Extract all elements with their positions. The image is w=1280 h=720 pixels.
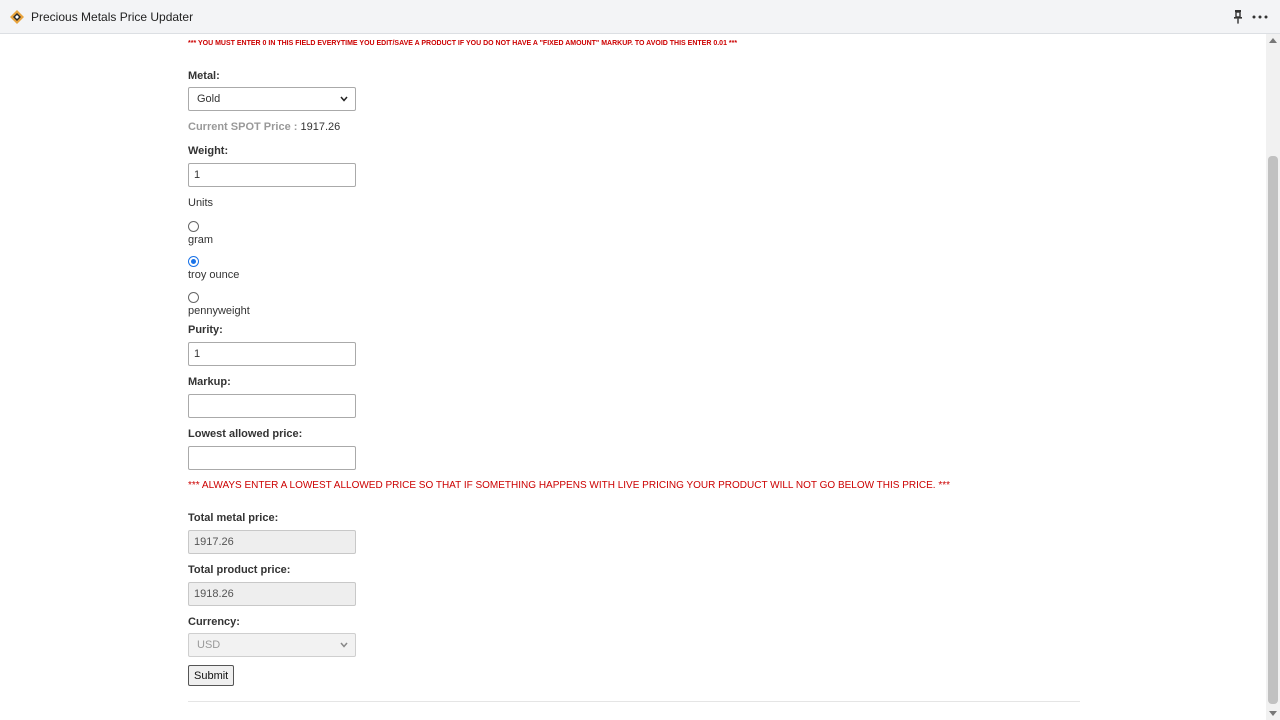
total-product-label: Total product price: (188, 564, 291, 576)
units-label: Units (188, 197, 214, 209)
spot-price-value: 1917.26 (300, 121, 341, 133)
metal-label: Metal: (188, 70, 220, 82)
app-title: Precious Metals Price Updater (31, 10, 194, 24)
markup-input[interactable] (188, 394, 356, 418)
lowest-price-warning: *** ALWAYS ENTER A LOWEST ALLOWED PRICE … (188, 480, 951, 491)
scroll-up-arrow-icon[interactable] (1269, 38, 1277, 43)
chevron-down-icon (340, 96, 348, 102)
fixed-amount-warning: *** YOU MUST ENTER 0 IN THIS FIELD EVERY… (188, 40, 738, 47)
spot-price: Current SPOT Price : 1917.26 (188, 121, 340, 133)
scrollbar-thumb[interactable] (1268, 156, 1278, 704)
form-panel: *** YOU MUST ENTER 0 IN THIS FIELD EVERY… (0, 34, 1265, 720)
purity-input[interactable] (188, 342, 356, 366)
pin-icon[interactable] (1231, 9, 1245, 25)
unit-label-gram[interactable]: gram (188, 234, 213, 246)
submit-button[interactable]: Submit (188, 665, 235, 686)
spot-price-label: Current SPOT Price : (188, 121, 298, 133)
unit-label-pennyweight[interactable]: pennyweight (188, 305, 250, 317)
more-options-icon[interactable] (1252, 15, 1268, 19)
weight-label: Weight: (188, 145, 229, 157)
lowest-price-label: Lowest allowed price: (188, 428, 303, 440)
metal-select[interactable]: Gold (188, 87, 356, 111)
unit-label-troy-ounce[interactable]: troy ounce (188, 269, 239, 281)
purity-label: Purity: (188, 324, 223, 336)
window-titlebar: Precious Metals Price Updater (0, 0, 1280, 34)
scroll-down-arrow-icon[interactable] (1269, 711, 1277, 716)
currency-select: USD (188, 633, 356, 657)
footer-divider (188, 701, 1080, 702)
markup-label: Markup: (188, 376, 231, 388)
lowest-price-input[interactable] (188, 446, 356, 470)
total-metal-field (188, 530, 356, 554)
weight-input[interactable] (188, 163, 356, 187)
app-logo-icon (10, 10, 24, 24)
currency-label: Currency: (188, 616, 240, 628)
metal-selected-value: Gold (197, 93, 221, 105)
unit-radio-gram[interactable] (188, 221, 199, 232)
vertical-scrollbar[interactable] (1266, 34, 1280, 720)
total-product-field (188, 582, 356, 606)
unit-radio-pennyweight[interactable] (188, 292, 199, 303)
chevron-down-icon (340, 642, 348, 648)
total-metal-label: Total metal price: (188, 512, 279, 524)
unit-radio-troy-ounce[interactable] (188, 256, 199, 267)
currency-selected-value: USD (197, 639, 221, 651)
